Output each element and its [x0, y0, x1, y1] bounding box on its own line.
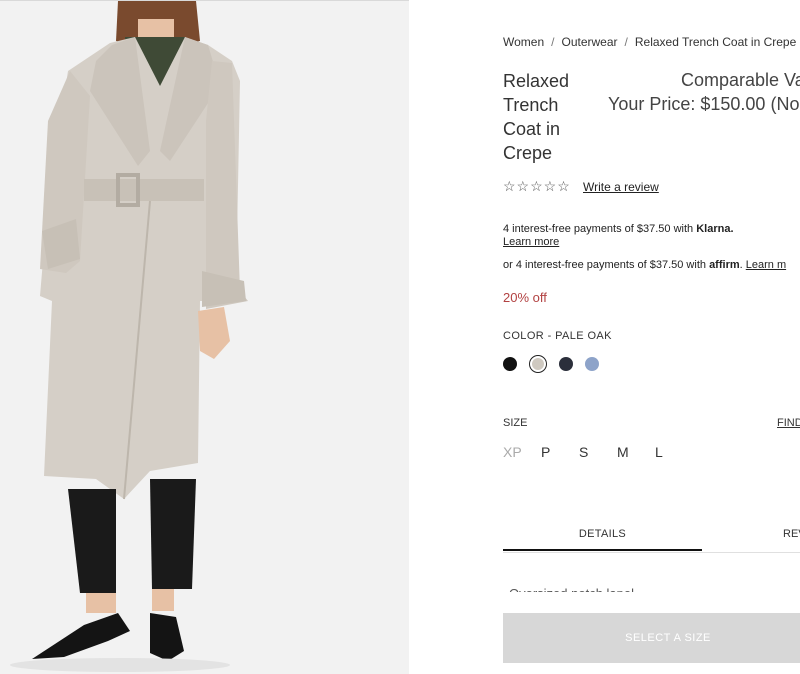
klarna-message: 4 interest-free payments of $37.50 with … — [503, 223, 734, 235]
size-options: XP P S M L — [503, 444, 693, 460]
find-size-link[interactable]: FIND — [777, 417, 800, 429]
size-label: SIZE — [503, 417, 528, 429]
swatch-blue[interactable] — [585, 357, 599, 371]
breadcrumb-women-link[interactable]: Women — [503, 35, 544, 49]
swatch-pale-oak[interactable] — [529, 355, 547, 373]
affirm-learn-more-link[interactable]: Learn m — [746, 259, 786, 271]
tab-details[interactable]: DETAILS — [503, 528, 702, 551]
swatch-black[interactable] — [503, 357, 517, 371]
product-details-panel: Women / Outerwear / Relaxed Trench Coat in C… — [409, 0, 800, 674]
info-tabs: DETAILS REV — [503, 528, 800, 553]
rating-stars: ☆☆☆☆☆ — [503, 178, 571, 194]
product-image — [0, 1, 409, 674]
size-option-s[interactable]: S — [579, 444, 617, 460]
affirm-logo: affirm — [709, 259, 740, 271]
size-option-l[interactable]: L — [655, 444, 693, 460]
color-swatches — [503, 355, 599, 373]
comparable-value: Comparable Va — [681, 70, 800, 90]
breadcrumb-separator: / — [551, 35, 555, 49]
klarna-text: 4 interest-free payments of $37.50 with — [503, 223, 697, 235]
discount-label: 20% off — [503, 290, 547, 305]
affirm-message: or 4 interest-free payments of $37.50 wi… — [503, 259, 786, 271]
swatch-navy[interactable] — [559, 357, 573, 371]
size-option-m[interactable]: M — [617, 444, 655, 460]
breadcrumb-outerwear-link[interactable]: Outerwear — [561, 35, 617, 49]
breadcrumb-current-page[interactable]: Relaxed Trench Coat in Crepe — [635, 35, 796, 49]
klarna-learn-more-link[interactable]: Learn more — [503, 236, 559, 248]
klarna-logo: Klarna. — [696, 223, 734, 235]
write-review-link[interactable]: Write a review — [583, 180, 659, 194]
size-option-p[interactable]: P — [541, 444, 579, 460]
breadcrumb-separator: / — [624, 35, 628, 49]
color-label: COLOR - PALE OAK — [503, 330, 612, 342]
size-option-xp[interactable]: XP — [503, 444, 541, 460]
product-title: Relaxed Trench Coat in Crepe — [503, 71, 570, 163]
affirm-text: or 4 interest-free payments of $37.50 wi… — [503, 259, 710, 271]
select-size-button[interactable]: SELECT A SIZE — [503, 613, 800, 663]
product-price: Your Price: $150.00 (No — [608, 94, 800, 114]
product-photo-illustration — [0, 1, 409, 674]
breadcrumb: Women / Outerwear / Relaxed Trench Coat in C… — [503, 35, 796, 49]
details-text-partial: Oversized notch lapel — [509, 586, 635, 601]
tab-reviews[interactable]: REV — [783, 528, 800, 540]
